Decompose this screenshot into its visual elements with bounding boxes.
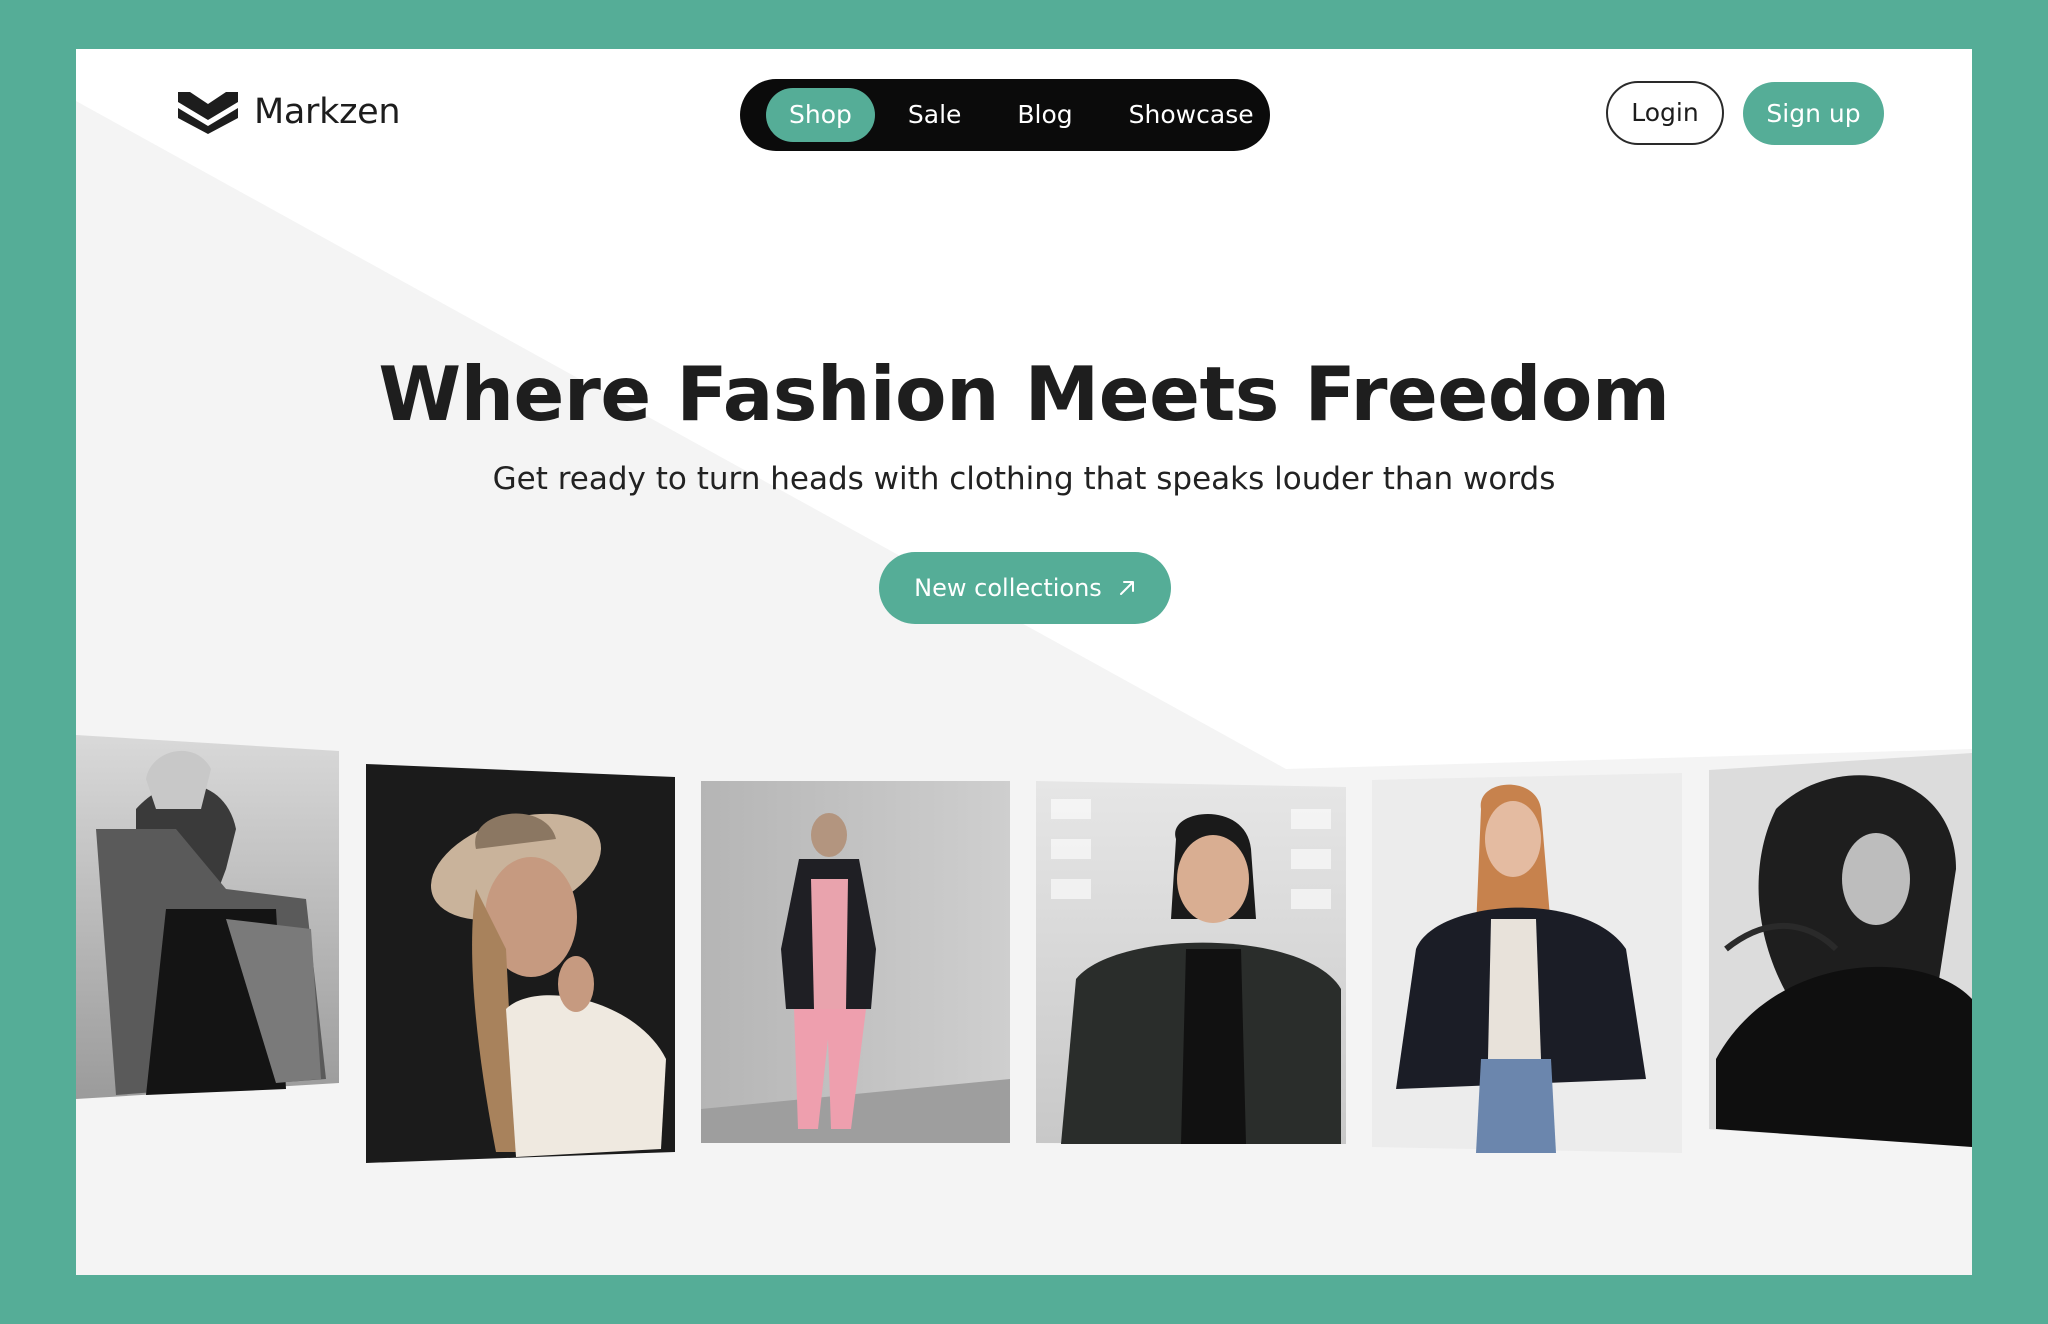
page-canvas: Markzen Shop Sale Blog Showcase Login Si…	[76, 49, 1972, 1275]
photo-gallery	[76, 735, 1972, 1163]
fashion-photo-6[interactable]	[1709, 753, 1972, 1147]
fashion-photo-4[interactable]	[1036, 781, 1346, 1144]
fashion-photo-1[interactable]	[76, 735, 339, 1099]
fashion-photo-5[interactable]	[1372, 773, 1682, 1153]
fashion-photo-3[interactable]	[701, 781, 1010, 1143]
fashion-photo-2[interactable]	[366, 764, 675, 1163]
